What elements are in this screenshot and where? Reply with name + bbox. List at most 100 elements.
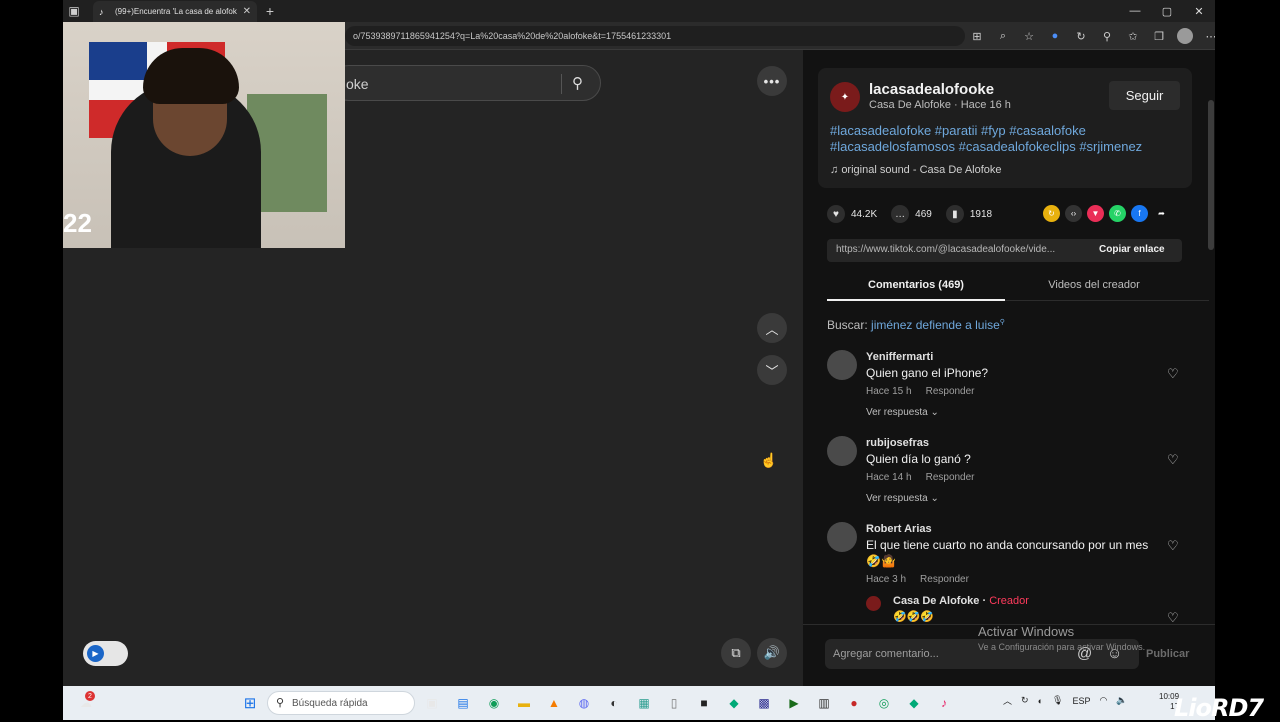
speaker-icon[interactable]: 🔈 — [1116, 695, 1127, 706]
like-comment-icon[interactable]: ♡ — [1167, 538, 1179, 554]
obs-icon[interactable]: ◐ — [605, 694, 623, 712]
tray-app-icon[interactable]: ↻ — [1021, 695, 1029, 706]
video-link[interactable]: https://www.tiktok.com/@lacasadealofooke… — [836, 244, 1086, 255]
epic-icon[interactable]: ■ — [695, 694, 713, 712]
autoscroll-toggle[interactable]: ▶ — [83, 641, 128, 666]
zoom-icon[interactable]: ⌕ — [994, 26, 1012, 46]
maximize-button[interactable]: ▢ — [1151, 0, 1183, 22]
edge-icon[interactable]: ◉ — [485, 694, 503, 712]
extensions-icon[interactable]: ⚲ — [1098, 26, 1116, 46]
taskview-icon[interactable]: ▣ — [423, 694, 441, 712]
commenter-avatar[interactable] — [827, 522, 857, 552]
refresh-extension-icon[interactable]: ↻ — [1072, 26, 1090, 46]
favorites-icon[interactable]: ✩ — [1124, 26, 1142, 46]
reply-author[interactable]: Casa De Alofoke · Creador — [893, 595, 1029, 607]
view-replies-button[interactable]: Ver respuesta ⌄ — [866, 407, 939, 418]
activate-windows-subtitle: Ve a Configuración para activar Windows. — [978, 642, 1146, 652]
next-video-button[interactable]: ﹀ — [757, 355, 787, 385]
like-stat[interactable]: ♥ 44.2K — [827, 205, 877, 223]
new-tab-button[interactable]: + — [261, 0, 279, 22]
app2-icon[interactable]: ▦ — [635, 694, 653, 712]
tab-comments[interactable]: Comentarios (469) — [827, 279, 1005, 301]
reader-icon[interactable]: ⊞ — [968, 26, 986, 46]
tiktok-taskbar-icon[interactable]: ♪ — [935, 694, 953, 712]
tray-app2-icon[interactable]: ◐ — [1038, 696, 1043, 706]
facebook-icon[interactable]: f — [1131, 205, 1148, 222]
publish-button[interactable]: Publicar — [1146, 648, 1189, 660]
reply-avatar[interactable] — [866, 596, 881, 611]
commenter-avatar[interactable] — [827, 350, 857, 380]
reply-button[interactable]: Responder — [926, 386, 975, 397]
like-comment-icon[interactable]: ♡ — [1167, 452, 1179, 468]
tray-chevron-icon[interactable]: ︿ — [1003, 694, 1012, 707]
whatsapp-icon[interactable]: ✆ — [1109, 205, 1126, 222]
close-window-button[interactable]: ✕ — [1183, 0, 1215, 22]
follow-button[interactable]: Seguir — [1109, 81, 1180, 110]
search-suggestion[interactable]: Buscar: jiménez defiende a luise⚲ — [827, 318, 1005, 332]
minimize-button[interactable]: — — [1119, 0, 1151, 22]
file-icon[interactable]: ▯ — [665, 694, 683, 712]
post-hashtags[interactable]: #lacasadealofoke #paratii #fyp #casaalof… — [830, 123, 1180, 155]
app4-icon[interactable]: ▶ — [785, 694, 803, 712]
reply-button[interactable]: Responder — [926, 472, 975, 483]
app7-icon[interactable]: ◆ — [905, 694, 923, 712]
reply-button[interactable]: Responder — [920, 574, 969, 585]
embed-icon[interactable]: ‹› — [1065, 205, 1082, 222]
app-icon[interactable]: ▲ — [545, 694, 563, 712]
favorite-star-icon[interactable]: ☆ — [1020, 26, 1038, 46]
extension-icon[interactable]: ● — [1046, 26, 1064, 46]
send-icon[interactable]: ▼ — [1087, 205, 1104, 222]
folder-icon[interactable]: ▬ — [515, 694, 533, 712]
creator-avatar[interactable]: ✦ — [830, 82, 860, 112]
panel-scrollbar[interactable] — [1208, 100, 1214, 250]
browser-tab[interactable]: ♪ (99+)Encuentra 'La casa de alofok ✕ — [93, 1, 257, 22]
search-icon[interactable]: ⚲ — [572, 74, 583, 92]
activate-windows-title: Activar Windows — [978, 624, 1075, 639]
video-player[interactable]: oke ⚲ ••• ︿ ﹀ ⧉ 🔊 ▶ ☝ K 22 — [63, 22, 803, 686]
app5-icon[interactable]: ▥ — [815, 694, 833, 712]
reply-text: 🤣🤣🤣 — [893, 611, 935, 623]
right-letterbox — [1215, 0, 1280, 720]
profile-avatar[interactable] — [1176, 26, 1194, 46]
commenter-name[interactable]: Yeniffermarti — [866, 351, 933, 363]
language-indicator[interactable]: ESP — [1072, 696, 1090, 706]
commenter-name[interactable]: rubijosefras — [866, 437, 929, 449]
taskbar-search[interactable]: ⚲ Búsqueda rápida — [267, 691, 415, 715]
search-bar[interactable]: oke ⚲ — [331, 65, 601, 101]
chrome-icon[interactable]: ◎ — [875, 694, 893, 712]
mic-icon[interactable]: 🎙 — [1052, 695, 1063, 706]
store-icon[interactable]: ▤ — [454, 694, 472, 712]
comment-text: Quien gano el iPhone? — [866, 366, 989, 380]
like-reply-icon[interactable]: ♡ — [1167, 610, 1179, 624]
collections-icon[interactable]: ❐ — [1150, 26, 1168, 46]
close-tab-icon[interactable]: ✕ — [243, 6, 251, 17]
save-stat[interactable]: ▮ 1918 — [945, 205, 992, 223]
comment-stat[interactable]: … 469 — [891, 205, 932, 223]
menu-dots-icon[interactable]: ⋯ — [1202, 26, 1216, 46]
start-icon[interactable]: ⊞ — [241, 694, 259, 712]
premiere-icon[interactable]: ▩ — [755, 694, 773, 712]
view-replies-button[interactable]: Ver respuesta ⌄ — [866, 493, 939, 504]
volume-button[interactable]: 🔊 — [757, 638, 787, 668]
app3-icon[interactable]: ◆ — [725, 694, 743, 712]
commenter-name[interactable]: Robert Arias — [866, 523, 932, 535]
url-field[interactable]: o/7539389711865941254?q=La%20casa%20de%2… — [345, 26, 965, 46]
more-options-button[interactable]: ••• — [757, 66, 787, 96]
app6-icon[interactable]: ● — [845, 694, 863, 712]
search-suggestion-term[interactable]: jiménez defiende a luise — [871, 318, 1000, 332]
commenter-avatar[interactable] — [827, 436, 857, 466]
tab-creator-videos[interactable]: Videos del creador — [1005, 279, 1183, 291]
copy-link-button[interactable]: Copiar enlace — [1099, 244, 1165, 255]
discord-icon[interactable]: ◍ — [575, 694, 593, 712]
sound-row[interactable]: ♫ original sound - Casa De Alofoke — [830, 164, 1002, 176]
search-input[interactable]: oke — [346, 76, 369, 92]
wifi-icon[interactable]: ◠ — [1099, 695, 1107, 706]
creator-username[interactable]: lacasadealofooke — [869, 81, 994, 98]
share-arrow-icon[interactable]: ➦ — [1153, 205, 1170, 222]
sidebar-toggle-icon[interactable]: ▣ — [63, 0, 85, 22]
previous-video-button[interactable]: ︿ — [757, 313, 787, 343]
repost-icon[interactable]: ↻ — [1043, 205, 1060, 222]
pip-button[interactable]: ⧉ — [721, 638, 751, 668]
like-comment-icon[interactable]: ♡ — [1167, 366, 1179, 382]
windows-taskbar: ☁ 2 ⊞ ⚲ Búsqueda rápida ▣ ▤ ◉ ▬ ▲ ◍ ◐ ▦ … — [63, 686, 1215, 720]
